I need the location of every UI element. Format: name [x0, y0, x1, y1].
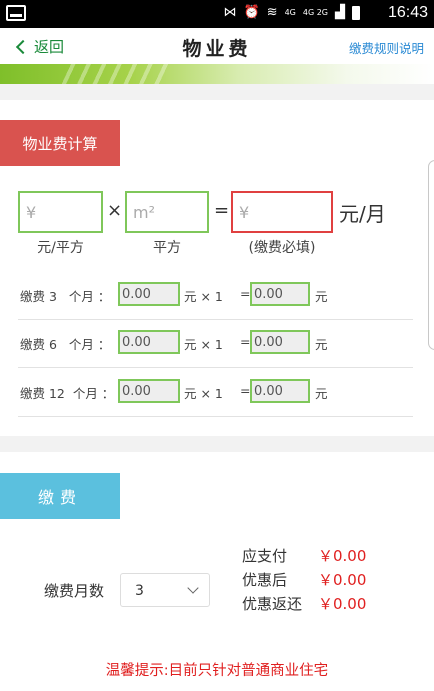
- row-label: 缴费 3 个月 ：: [20, 289, 111, 304]
- header-decoration: [0, 64, 434, 84]
- list-item: 缴费 6 个月 ： 0.00 元 × 1 = 0.00 元: [18, 320, 413, 368]
- discounted-value: ￥0.00: [318, 571, 367, 589]
- unit-label: 元/月: [339, 202, 386, 226]
- screen-icon: [6, 5, 26, 21]
- row-amount-input[interactable]: 0.00: [118, 379, 180, 403]
- row-amount-input[interactable]: 0.00: [118, 282, 180, 306]
- price-input[interactable]: ¥: [18, 191, 103, 233]
- due-value: ￥0.00: [318, 547, 367, 565]
- pay-button[interactable]: 缴费: [0, 473, 120, 519]
- nfc-icon: ⋈: [223, 5, 237, 20]
- row-multiplier: 元 × 1: [184, 289, 223, 304]
- row-equals: =: [240, 383, 251, 398]
- discounted-label: 优惠后: [242, 571, 288, 589]
- multiply-sign: ×: [107, 200, 123, 221]
- row-amount-input[interactable]: 0.00: [118, 330, 180, 354]
- row-result-input[interactable]: 0.00: [250, 379, 310, 403]
- row-multiplier: 元 × 1: [184, 337, 223, 352]
- app-header: 返回 物业费 缴费规则说明: [0, 28, 434, 64]
- section-divider: [0, 436, 434, 452]
- months-select[interactable]: 3: [120, 573, 210, 607]
- row-unit: 元: [315, 337, 328, 352]
- list-item: 缴费 3 个月 ： 0.00 元 × 1 = 0.00 元: [18, 272, 413, 320]
- months-label: 缴费月数: [44, 582, 105, 600]
- status-icons: ⋈ ⏰ ≋ 4G 4G 2G ▟: [223, 5, 360, 21]
- calc-section-label: 物业费计算: [0, 120, 120, 166]
- area-input[interactable]: m²: [125, 191, 209, 233]
- signal-icon: ▟: [335, 5, 345, 20]
- status-bar: ⋈ ⏰ ≋ 4G 4G 2G ▟ 16:43: [0, 0, 434, 28]
- network-label: 4G: [284, 8, 296, 17]
- total-label: (缴费必填): [248, 240, 316, 256]
- total-input[interactable]: ¥: [231, 191, 333, 233]
- row-equals: =: [240, 334, 251, 349]
- row-label: 缴费 6 个月 ：: [20, 337, 111, 352]
- row-label: 缴费 12 个月 ：: [20, 386, 115, 401]
- row-result-input[interactable]: 0.00: [250, 282, 310, 306]
- equals-sign: =: [214, 200, 230, 221]
- area-label: 平方: [153, 240, 181, 256]
- warm-tip: 温馨提示:目前只针对普通商业住宅: [105, 663, 329, 679]
- due-label: 应支付: [242, 547, 288, 565]
- row-unit: 元: [315, 386, 328, 401]
- battery-icon: [352, 6, 360, 20]
- rebate-value: ￥0.00: [318, 595, 367, 613]
- status-time: 16:43: [387, 4, 428, 21]
- row-result-input[interactable]: 0.00: [250, 330, 310, 354]
- network-label-2: 4G 2G: [302, 8, 328, 17]
- alarm-icon: ⏰: [243, 5, 260, 20]
- row-unit: 元: [315, 289, 328, 304]
- scroll-handle[interactable]: [428, 160, 434, 350]
- rebate-label: 优惠返还: [242, 595, 303, 613]
- section-divider: [0, 84, 434, 100]
- price-label: 元/平方: [37, 240, 84, 256]
- list-item: 缴费 12 个月 ： 0.00 元 × 1 = 0.00 元: [18, 369, 413, 417]
- rules-link[interactable]: 缴费规则说明: [349, 38, 424, 57]
- months-selected-value: 3: [135, 583, 144, 599]
- chevron-down-icon: [187, 582, 199, 594]
- row-multiplier: 元 × 1: [184, 386, 223, 401]
- wifi-icon: ≋: [266, 5, 278, 20]
- row-equals: =: [240, 286, 251, 301]
